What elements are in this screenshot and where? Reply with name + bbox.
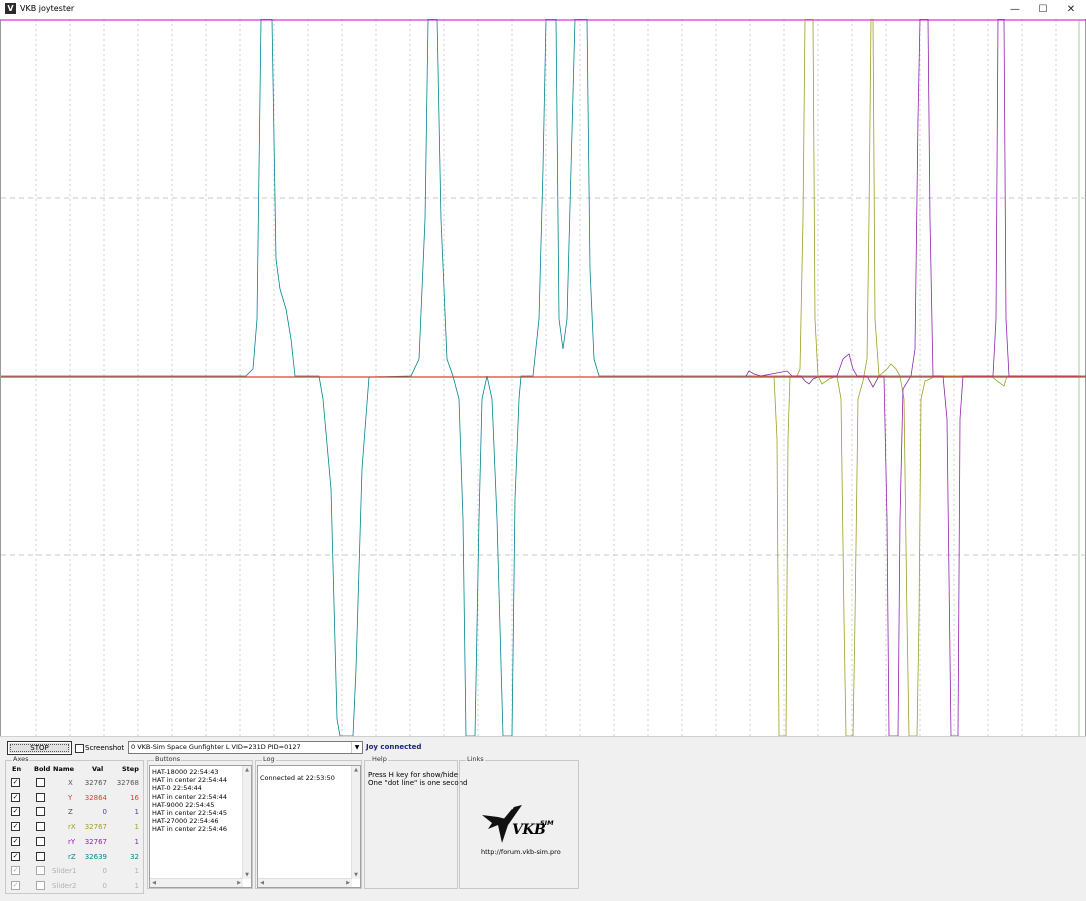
axis-value: 32767 [84, 779, 107, 787]
header-en: En [12, 765, 22, 773]
button-event-line: HAT in center 22:54:44 [152, 776, 228, 785]
buttons-horizontal-scrollbar[interactable]: ◀ ▶ [150, 878, 243, 887]
button-event-line: HAT-9000 22:54:45 [152, 800, 215, 809]
help-line-1: Press H key for show/hide [368, 771, 459, 779]
log-group-title: Log [262, 755, 276, 763]
forum-link[interactable]: http://forum.vkb-sim.pro [481, 848, 561, 856]
axis-step: 1 [134, 838, 139, 846]
axis-value: 32864 [84, 794, 107, 802]
axis-enable-checkbox[interactable]: ✓ [11, 866, 20, 875]
axis-step: 1 [134, 808, 139, 816]
log-horizontal-scrollbar[interactable]: ◀ ▶ [258, 878, 352, 887]
log-line: Connected at 22:53:50 [260, 774, 335, 782]
header-step: Step [122, 765, 139, 773]
axis-bold-checkbox[interactable] [36, 778, 45, 787]
close-button[interactable]: ✕ [1057, 0, 1085, 19]
axis-enable-checkbox[interactable]: ✓ [11, 852, 20, 861]
axis-bold-checkbox[interactable] [36, 852, 45, 861]
help-line-2: One "dot line" is one second [368, 779, 468, 787]
axis-bold-checkbox[interactable] [36, 866, 45, 875]
axis-enable-checkbox[interactable]: ✓ [11, 837, 20, 846]
log-list[interactable]: Connected at 22:53:50 ▲ ▼ ◀ ▶ [257, 765, 361, 888]
links-group-title: Links [466, 755, 485, 763]
scroll-up-icon[interactable]: ▲ [243, 766, 251, 774]
button-event-line: HAT-27000 22:54:46 [152, 817, 219, 826]
axis-step: 16 [130, 794, 139, 802]
device-select[interactable]: 0 VKB-Sim Space Gunfighter L VID=231D PI… [128, 741, 363, 754]
axis-bold-checkbox[interactable] [36, 807, 45, 816]
title-bar: V VKB joytester — ☐ ✕ [0, 0, 1086, 20]
axis-enable-checkbox[interactable]: ✓ [11, 822, 20, 831]
scroll-left-icon[interactable]: ◀ [150, 879, 158, 887]
stop-button[interactable]: STOP [7, 741, 72, 755]
axis-name: rY [68, 838, 76, 846]
button-event-line: HAT in center 22:54:46 [152, 825, 228, 834]
buttons-group-title: Buttons [154, 755, 182, 763]
screenshot-label: Screenshot [85, 744, 125, 752]
scroll-right-icon[interactable]: ▶ [235, 879, 243, 887]
axis-name: Y [68, 794, 73, 802]
axes-group-title: Axes [12, 755, 30, 763]
axis-enable-checkbox[interactable]: ✓ [11, 881, 20, 890]
axis-name: rX [68, 823, 76, 831]
scroll-up-icon[interactable]: ▲ [352, 766, 360, 774]
axis-step: 1 [134, 867, 139, 875]
buttons-lines: HAT-18000 22:54:43 HAT in center 22:54:44… [150, 766, 251, 834]
vkb-logo[interactable]: VKB SIM [478, 795, 558, 845]
scroll-down-icon[interactable]: ▼ [352, 871, 360, 879]
button-event-line: HAT in center 22:54:44 [152, 792, 228, 801]
buttons-vertical-scrollbar[interactable]: ▲ ▼ [242, 766, 251, 879]
axis-enable-checkbox[interactable]: ✓ [11, 778, 20, 787]
axis-bold-checkbox[interactable] [36, 837, 45, 846]
button-event-line: HAT in center 22:54:45 [152, 809, 228, 818]
scroll-right-icon[interactable]: ▶ [344, 879, 352, 887]
axis-plot-canvas [0, 19, 1086, 736]
axis-enable-checkbox[interactable]: ✓ [11, 807, 20, 816]
minimize-button[interactable]: — [1001, 0, 1029, 19]
axis-value: 0 [102, 882, 107, 890]
axis-name: X [68, 779, 73, 787]
axis-name: rZ [68, 853, 76, 861]
axis-bold-checkbox[interactable] [36, 793, 45, 802]
help-group-title: Help [371, 755, 388, 763]
axis-bold-checkbox[interactable] [36, 822, 45, 831]
axis-name: Slider1 [52, 867, 77, 875]
header-name: Name [53, 765, 75, 773]
axis-value: 32767 [84, 823, 107, 831]
axis-step: 1 [134, 823, 139, 831]
axis-step: 32768 [116, 779, 139, 787]
axis-step: 1 [134, 882, 139, 890]
log-lines: Connected at 22:53:50 [258, 766, 360, 782]
scroll-left-icon[interactable]: ◀ [258, 879, 266, 887]
vkb-logo-sup: SIM [540, 819, 554, 827]
chevron-down-icon[interactable]: ▼ [351, 742, 362, 753]
axis-step: 32 [130, 853, 139, 861]
axis-name: Z [68, 808, 73, 816]
button-event-line: HAT-0 22:54:44 [152, 784, 202, 793]
axis-value: 0 [102, 808, 107, 816]
header-bold: Bold [34, 765, 51, 773]
scroll-down-icon[interactable]: ▼ [243, 871, 251, 879]
axis-value: 0 [102, 867, 107, 875]
axis-plot-svg [1, 19, 1086, 736]
axis-bold-checkbox[interactable] [36, 881, 45, 890]
connection-status: Joy connected [366, 743, 422, 751]
button-event-line: HAT-18000 22:54:43 [152, 768, 219, 776]
window-title: VKB joytester [20, 4, 75, 13]
screenshot-checkbox[interactable] [75, 744, 84, 753]
axis-value: 32639 [84, 853, 107, 861]
axis-value: 32767 [84, 838, 107, 846]
axis-enable-checkbox[interactable]: ✓ [11, 793, 20, 802]
header-val: Val [92, 765, 104, 773]
buttons-log-list[interactable]: HAT-18000 22:54:43 HAT in center 22:54:44… [149, 765, 252, 888]
device-select-value: 0 VKB-Sim Space Gunfighter L VID=231D PI… [131, 743, 301, 751]
vkb-app-icon: V [5, 3, 16, 14]
maximize-button[interactable]: ☐ [1029, 0, 1057, 19]
log-vertical-scrollbar[interactable]: ▲ ▼ [351, 766, 360, 879]
axis-name: Slider2 [52, 882, 77, 890]
